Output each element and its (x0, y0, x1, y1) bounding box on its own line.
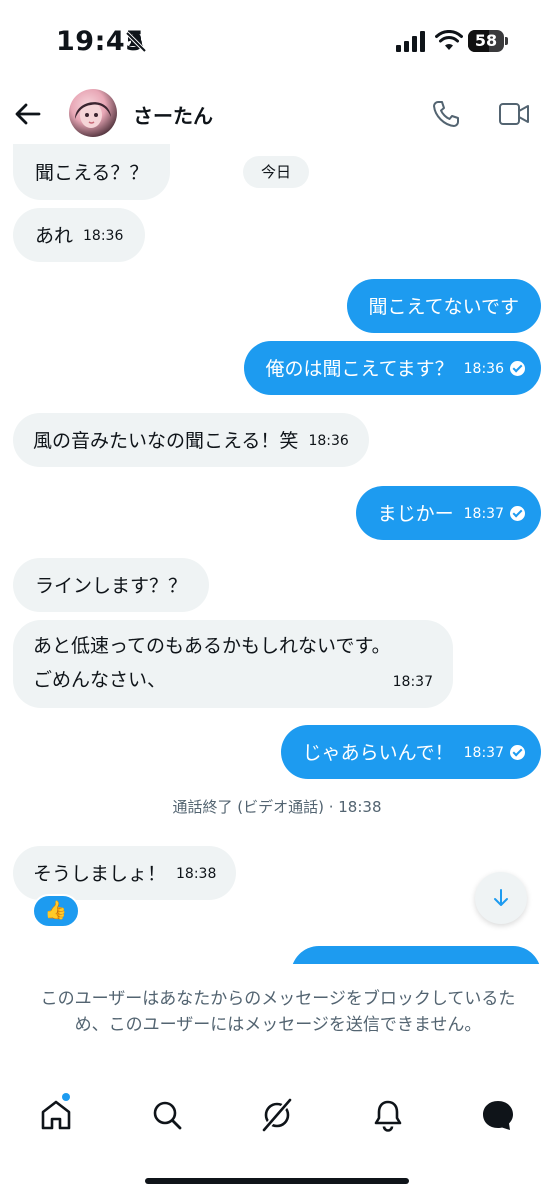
video-call-icon[interactable] (498, 101, 530, 127)
message-time: 18:36 (463, 360, 504, 377)
message-time: 18:36 (308, 432, 349, 449)
phone-icon[interactable] (431, 99, 461, 129)
message-outgoing[interactable]: 聞こえてないです (346, 279, 541, 333)
battery-icon: 58 (468, 30, 508, 52)
message-outgoing[interactable]: まじかー 18:37 (355, 486, 541, 540)
status-bar: 19:45 58 (0, 0, 554, 86)
grok-icon[interactable] (259, 1097, 295, 1133)
message-thread[interactable]: 聞こえる？？ 今日 あれ 18:36 聞こえてないです 俺のは聞こえてます？ 18:… (0, 144, 554, 964)
bell-icon[interactable] (370, 1097, 406, 1133)
message-time: 18:37 (463, 505, 504, 522)
arrow-down-icon (494, 889, 508, 906)
message-outgoing[interactable]: 俺のは聞こえてます？ 18:36 (243, 341, 541, 395)
message-outgoing-partial[interactable] (291, 946, 541, 964)
message-incoming[interactable]: あれ 18:36 (13, 208, 146, 262)
cellular-signal-icon (396, 31, 425, 52)
wifi-icon (435, 30, 463, 50)
message-incoming[interactable]: そうしましょ！ 18:38 (13, 846, 237, 900)
message-incoming[interactable]: 風の音みたいなの聞こえる！笑 18:36 (13, 413, 369, 467)
message-incoming[interactable]: あと低速ってのもあるかもしれないです。 ごめんなさい、 18:37 (13, 620, 453, 708)
message-time: 18:37 (392, 674, 433, 690)
bottom-nav (0, 1085, 554, 1155)
message-time: 18:36 (83, 227, 124, 244)
contact-name[interactable]: さーたん (133, 100, 213, 129)
message-incoming[interactable]: 聞こえる？？ (13, 144, 171, 200)
notification-dot (62, 1093, 70, 1101)
message-outgoing[interactable]: じゃあらいんで！ 18:37 (280, 725, 541, 779)
message-time: 18:37 (463, 744, 504, 761)
blocked-notice: このユーザーはあなたからのメッセージをブロックしているため、このユーザーにはメッ… (40, 989, 516, 1035)
messages-icon[interactable] (480, 1097, 516, 1133)
search-icon[interactable] (149, 1097, 185, 1133)
read-check-icon (510, 361, 525, 376)
read-check-icon (510, 506, 525, 521)
message-time: 18:38 (176, 865, 217, 882)
battery-level: 58 (474, 31, 498, 50)
home-indicator (145, 1178, 409, 1184)
call-ended-note: 通話終了 (ビデオ通話) · 18:38 (172, 798, 382, 816)
back-arrow-icon[interactable] (14, 100, 42, 128)
conversation-header: さーたん (0, 86, 554, 144)
scroll-to-bottom-button[interactable] (475, 872, 527, 924)
bell-off-icon (125, 31, 147, 53)
message-incoming[interactable]: ラインします？？ (13, 558, 210, 612)
read-check-icon (510, 745, 525, 760)
home-icon[interactable] (38, 1097, 74, 1133)
avatar[interactable] (69, 89, 117, 137)
thumbs-up-reaction[interactable]: 👍 (32, 894, 80, 928)
date-separator: 今日 (243, 156, 310, 188)
